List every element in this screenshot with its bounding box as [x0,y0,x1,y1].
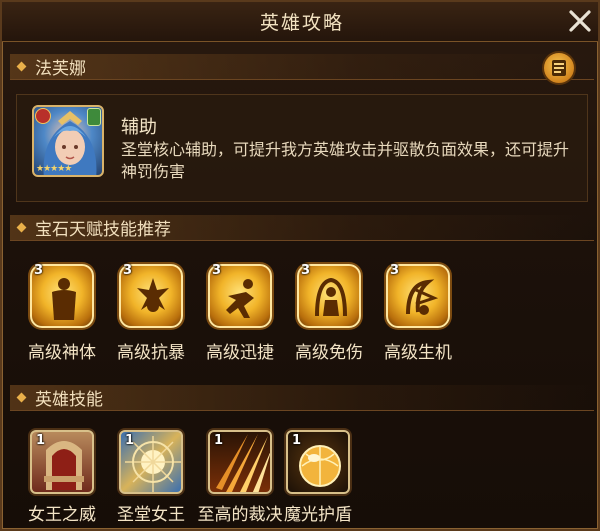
hero-name: 法芙娜 [35,59,86,79]
talent-level: 3 [212,263,222,278]
class-badge-icon [35,108,51,124]
skill-level: 1 [292,433,302,448]
close-button[interactable] [564,6,596,36]
skill-label: 女王之威 [28,505,96,525]
body-icon: 3 [30,263,94,328]
skill-item[interactable]: 1 圣堂女王 [107,430,195,525]
talent-item[interactable]: 3 高级生机 [373,263,463,363]
skills-title: 英雄技能 [35,390,103,410]
diamond-bullet-icon [16,392,27,403]
skills-header: 英雄技能 [10,385,594,411]
talents-header: 宝石天赋技能推荐 [10,215,594,241]
notepad-icon [552,60,566,76]
talent-level: 3 [34,263,44,278]
element-badge-icon [87,108,101,126]
stained-glass-icon: 1 [119,430,183,494]
hero-summary-card: ★★★★★ 辅助 圣堂核心辅助，可提升我方英雄攻击并驱散负面效果，还可提升神罚伤… [16,94,588,202]
talent-label: 高级免伤 [295,343,363,363]
skill-label: 魔光护盾 [284,505,352,525]
figure-silhouette [226,279,254,318]
figure-silhouette [315,277,347,317]
diamond-bullet-icon [16,61,27,72]
hero-stars: ★★★★★ [36,164,72,174]
figure-silhouette [406,279,438,315]
figure-silhouette [52,278,76,320]
shield-figure-icon: 3 [297,263,361,328]
talent-level: 3 [390,263,400,278]
talent-level: 3 [123,263,133,278]
talent-item[interactable]: 3 高级神体 [17,263,107,363]
burst-icon: 3 [119,263,183,328]
hero-guide-panel: 英雄攻略 法芙娜 ★★★★★ 辅助 圣堂核心辅助，可提升我方英雄攻击并驱散负面效… [0,0,600,531]
title-bar: 英雄攻略 [2,2,598,42]
vitality-icon: 3 [386,263,450,328]
light-rays-icon: 1 [208,430,272,494]
skill-item[interactable]: 1 女王之威 [18,430,106,525]
swift-icon: 3 [208,263,272,328]
notes-button[interactable] [542,51,576,85]
diamond-bullet-icon [16,222,27,233]
talent-level: 3 [301,263,311,278]
skill-item[interactable]: 1 至高的裁决 [196,430,284,525]
hero-name-header: 法芙娜 [10,54,594,80]
window-title: 英雄攻略 [259,12,344,34]
hero-role: 辅助 [121,117,157,138]
close-icon [569,10,591,32]
talent-label: 高级迅捷 [206,343,274,363]
talent-item[interactable]: 3 高级迅捷 [195,263,285,363]
skill-level: 1 [36,433,46,448]
figure-silhouette [137,278,169,312]
skill-label: 圣堂女王 [117,505,185,525]
talent-label: 高级抗暴 [117,343,185,363]
orb-shield-icon: 1 [286,430,350,494]
talent-item[interactable]: 3 高级抗暴 [106,263,196,363]
talent-label: 高级生机 [384,343,452,363]
hero-description: 圣堂核心辅助，可提升我方英雄攻击并驱散负面效果，还可提升神罚伤害 [121,140,570,181]
skill-label: 至高的裁决 [197,505,283,525]
talent-label: 高级神体 [28,343,96,363]
throne-icon: 1 [30,430,94,494]
hero-portrait[interactable]: ★★★★★ [32,105,104,177]
talent-item[interactable]: 3 高级免伤 [284,263,374,363]
skill-level: 1 [214,433,224,448]
skill-item[interactable]: 1 魔光护盾 [274,430,362,525]
talents-title: 宝石天赋技能推荐 [35,220,171,240]
skill-level: 1 [125,433,135,448]
